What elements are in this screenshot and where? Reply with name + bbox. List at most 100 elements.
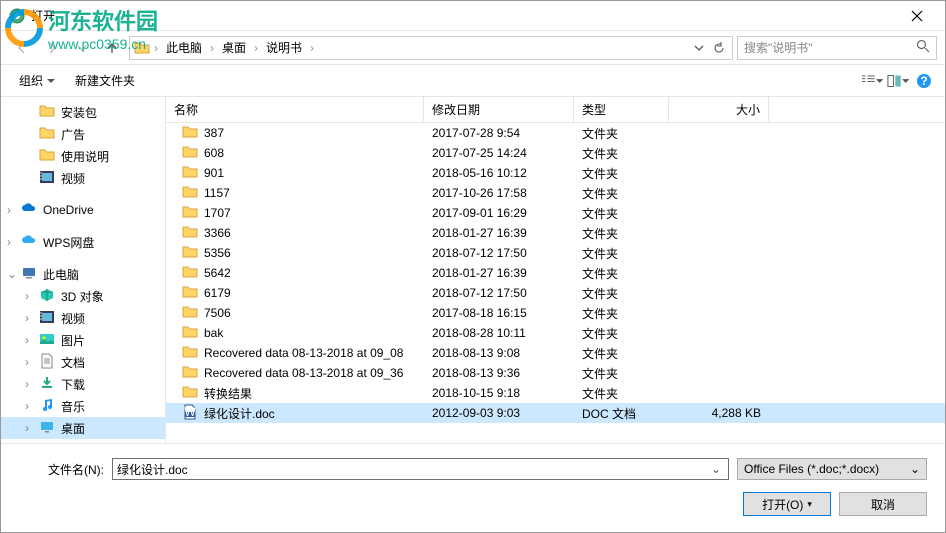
- tree-item[interactable]: ›下载: [1, 373, 165, 395]
- pc-icon: [21, 265, 37, 284]
- addr-dropdown[interactable]: [690, 38, 708, 58]
- file-row[interactable]: W绿化设计.doc2012-09-03 9:03DOC 文档4,288 KB: [166, 403, 945, 423]
- file-row[interactable]: 9012018-05-16 10:12文件夹: [166, 163, 945, 183]
- expand-icon[interactable]: ›: [25, 355, 35, 369]
- forward-button[interactable]: [39, 35, 65, 61]
- tree-item[interactable]: ›桌面: [1, 417, 165, 439]
- file-type: 文件夹: [574, 305, 669, 322]
- up-button[interactable]: [99, 35, 125, 61]
- newfolder-button[interactable]: 新建文件夹: [67, 68, 143, 93]
- file-type: 文件夹: [574, 385, 669, 402]
- preview-icon: [887, 73, 902, 89]
- tree-item[interactable]: ›图片: [1, 329, 165, 351]
- file-row[interactable]: 3872017-07-28 9:54文件夹: [166, 123, 945, 143]
- dropdown-icon[interactable]: ⌄: [708, 462, 724, 476]
- folder-icon: [182, 384, 198, 403]
- split-dropdown-icon: ▾: [807, 499, 812, 510]
- tree-item[interactable]: 视频: [1, 167, 165, 189]
- address-bar[interactable]: › 此电脑 › 桌面 › 说明书 ›: [129, 36, 733, 60]
- video-icon: [39, 309, 55, 328]
- chevron-down-icon: [77, 43, 87, 53]
- search-icon: [916, 39, 930, 56]
- cancel-button[interactable]: 取消: [839, 492, 927, 516]
- file-name: 7506: [204, 306, 231, 320]
- file-row[interactable]: 61792018-07-12 17:50文件夹: [166, 283, 945, 303]
- organize-button[interactable]: 组织: [11, 68, 63, 93]
- tree-item[interactable]: 安装包: [1, 101, 165, 123]
- refresh-button[interactable]: [710, 38, 728, 58]
- expand-icon[interactable]: ›: [25, 333, 35, 347]
- documents-icon: [39, 353, 55, 372]
- music-icon: [39, 397, 55, 416]
- tree-item[interactable]: ⌄ 此电脑: [1, 263, 165, 285]
- file-row[interactable]: Recovered data 08-13-2018 at 09_362018-0…: [166, 363, 945, 383]
- tree-item[interactable]: ›视频: [1, 307, 165, 329]
- preview-button[interactable]: [887, 70, 909, 92]
- expand-icon[interactable]: ›: [25, 289, 35, 303]
- file-name: 6179: [204, 286, 231, 300]
- folder-icon: [182, 204, 198, 223]
- file-type: 文件夹: [574, 265, 669, 282]
- tree-item[interactable]: ›OneDrive: [1, 199, 165, 221]
- expand-icon[interactable]: ›: [7, 203, 17, 217]
- expand-icon[interactable]: ›: [25, 399, 35, 413]
- col-name[interactable]: 名称: [166, 97, 424, 122]
- close-button[interactable]: [897, 1, 937, 31]
- expand-icon[interactable]: ⌄: [7, 267, 17, 281]
- breadcrumb-item[interactable]: 说明书: [262, 39, 306, 56]
- video-icon: [39, 169, 55, 188]
- file-type: DOC 文档: [574, 405, 669, 422]
- file-row[interactable]: 6082017-07-25 14:24文件夹: [166, 143, 945, 163]
- file-row[interactable]: 11572017-10-26 17:58文件夹: [166, 183, 945, 203]
- file-list[interactable]: 名称 修改日期 类型 大小 3872017-07-28 9:54文件夹60820…: [166, 97, 945, 443]
- filename-input[interactable]: 绿化设计.doc ⌄: [112, 458, 729, 480]
- file-date: 2017-07-28 9:54: [424, 126, 574, 140]
- expand-icon[interactable]: ›: [25, 421, 35, 435]
- expand-icon[interactable]: ›: [25, 311, 35, 325]
- tree-item[interactable]: 使用说明: [1, 145, 165, 167]
- file-name: 3366: [204, 226, 231, 240]
- file-date: 2018-01-27 16:39: [424, 226, 574, 240]
- folder-icon: [182, 364, 198, 383]
- back-button[interactable]: [9, 35, 35, 61]
- navbar: › 此电脑 › 桌面 › 说明书 › 搜索"说明书": [1, 31, 945, 65]
- svg-text:W: W: [184, 405, 196, 419]
- open-button[interactable]: 打开(O)▾: [743, 492, 831, 516]
- file-row[interactable]: 53562018-07-12 17:50文件夹: [166, 243, 945, 263]
- tree-item[interactable]: 广告: [1, 123, 165, 145]
- tree-item-label: 此电脑: [43, 266, 79, 283]
- file-type: 文件夹: [574, 365, 669, 382]
- tree-item[interactable]: ›3D 对象: [1, 285, 165, 307]
- filetype-filter[interactable]: Office Files (*.doc;*.docx) ⌄: [737, 458, 927, 480]
- search-input[interactable]: 搜索"说明书": [737, 36, 937, 60]
- tree-item[interactable]: ›音乐: [1, 395, 165, 417]
- breadcrumb-item[interactable]: 此电脑: [162, 39, 206, 56]
- file-row[interactable]: 17072017-09-01 16:29文件夹: [166, 203, 945, 223]
- nav-tree[interactable]: 安装包广告使用说明视频›OneDrive›WPS网盘⌄此电脑›3D 对象›视频›…: [1, 97, 166, 443]
- help-button[interactable]: ?: [913, 70, 935, 92]
- col-size[interactable]: 大小: [669, 97, 769, 122]
- tree-item-label: 视频: [61, 170, 85, 187]
- col-type[interactable]: 类型: [574, 97, 669, 122]
- file-row[interactable]: Recovered data 08-13-2018 at 09_082018-0…: [166, 343, 945, 363]
- breadcrumb-item[interactable]: 桌面: [218, 39, 250, 56]
- dropdown-icon: [47, 77, 55, 85]
- file-row[interactable]: 转换结果2018-10-15 9:18文件夹: [166, 383, 945, 403]
- file-row[interactable]: 33662018-01-27 16:39文件夹: [166, 223, 945, 243]
- expand-icon[interactable]: ›: [7, 235, 17, 249]
- recent-button[interactable]: [69, 35, 95, 61]
- file-row[interactable]: 75062017-08-18 16:15文件夹: [166, 303, 945, 323]
- file-name: Recovered data 08-13-2018 at 09_08: [204, 346, 403, 360]
- expand-icon[interactable]: ›: [25, 377, 35, 391]
- view-button[interactable]: [861, 70, 883, 92]
- file-name: 1157: [204, 186, 230, 200]
- tree-item[interactable]: ›文档: [1, 351, 165, 373]
- tree-item[interactable]: ›WPS网盘: [1, 231, 165, 253]
- file-row[interactable]: 56422018-01-27 16:39文件夹: [166, 263, 945, 283]
- file-size: 4,288 KB: [669, 406, 769, 420]
- file-type: 文件夹: [574, 325, 669, 342]
- file-name: Recovered data 08-13-2018 at 09_36: [204, 366, 403, 380]
- col-date[interactable]: 修改日期: [424, 97, 574, 122]
- file-row[interactable]: bak2018-08-28 10:11文件夹: [166, 323, 945, 343]
- file-name: 转换结果: [204, 385, 252, 402]
